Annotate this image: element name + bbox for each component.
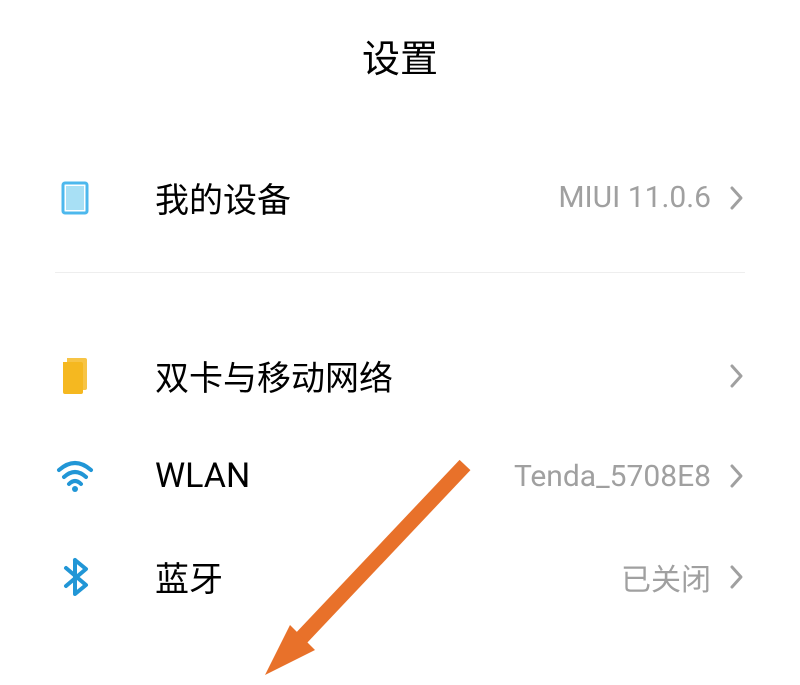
settings-item-value: MIUI 11.0.6 (558, 180, 711, 215)
chevron-right-icon (729, 462, 745, 490)
chevron-right-icon (729, 362, 745, 390)
settings-item-bluetooth[interactable]: 蓝牙 已关闭 (55, 524, 745, 629)
settings-item-my-device[interactable]: 我的设备 MIUI 11.0.6 (55, 123, 745, 272)
settings-item-value: Tenda_5708E8 (514, 459, 711, 494)
settings-item-label: 我的设备 (155, 173, 558, 222)
settings-item-value: 已关闭 (621, 555, 711, 599)
settings-item-wlan[interactable]: WLAN Tenda_5708E8 (55, 428, 745, 524)
settings-item-label: 双卡与移动网络 (155, 351, 711, 400)
settings-item-dual-sim[interactable]: 双卡与移动网络 (55, 323, 745, 428)
chevron-right-icon (729, 184, 745, 212)
settings-item-label: 蓝牙 (155, 552, 621, 601)
bluetooth-icon (55, 557, 95, 597)
page-title: 设置 (0, 28, 800, 83)
sim-icon (55, 356, 95, 396)
page-header: 设置 (0, 0, 800, 123)
chevron-right-icon (729, 563, 745, 591)
wifi-icon (55, 456, 95, 496)
settings-item-label: WLAN (155, 456, 514, 496)
spacer (55, 273, 745, 323)
device-icon (55, 178, 95, 218)
settings-list: 我的设备 MIUI 11.0.6 双卡与移动网络 (0, 123, 800, 629)
